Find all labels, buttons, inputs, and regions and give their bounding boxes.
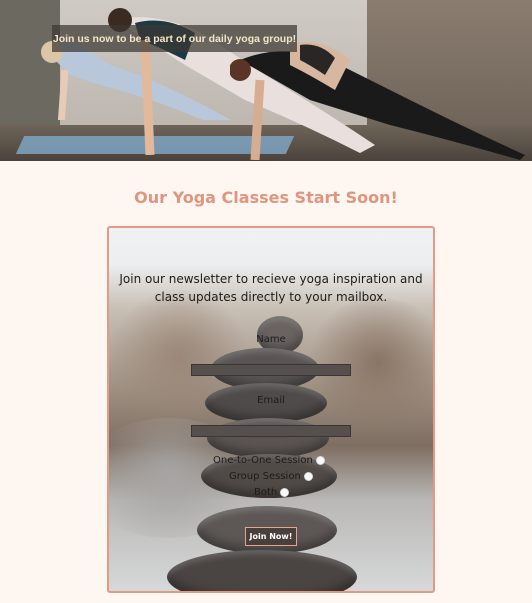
email-input[interactable] — [191, 425, 351, 437]
name-input[interactable] — [191, 364, 351, 376]
option-group-label: Group Session — [229, 471, 301, 482]
name-label: Name — [256, 334, 286, 345]
radio-group[interactable] — [303, 472, 313, 481]
email-label: Email — [257, 395, 285, 406]
newsletter-intro: Join our newsletter to recieve yoga insp… — [119, 272, 423, 304]
radio-one-to-one[interactable] — [315, 456, 325, 465]
hero-banner: Join us now to be a part of our daily yo… — [52, 25, 297, 52]
option-both-label: Both — [254, 487, 278, 498]
option-one-to-one-label: One-to-One Session — [213, 455, 313, 466]
option-group[interactable]: Group Session — [229, 471, 313, 482]
join-now-button[interactable]: Join Now! — [245, 527, 297, 546]
page-title: Our Yoga Classes Start Soon! — [134, 188, 398, 207]
stone-image — [167, 550, 357, 591]
hero-image: Join us now to be a part of our daily yo… — [0, 0, 532, 161]
radio-both[interactable] — [280, 488, 290, 497]
stone-image — [207, 418, 329, 458]
newsletter-form: Join our newsletter to recieve yoga insp… — [107, 226, 435, 593]
option-one-to-one[interactable]: One-to-One Session — [213, 455, 325, 466]
option-both[interactable]: Both — [254, 487, 290, 498]
